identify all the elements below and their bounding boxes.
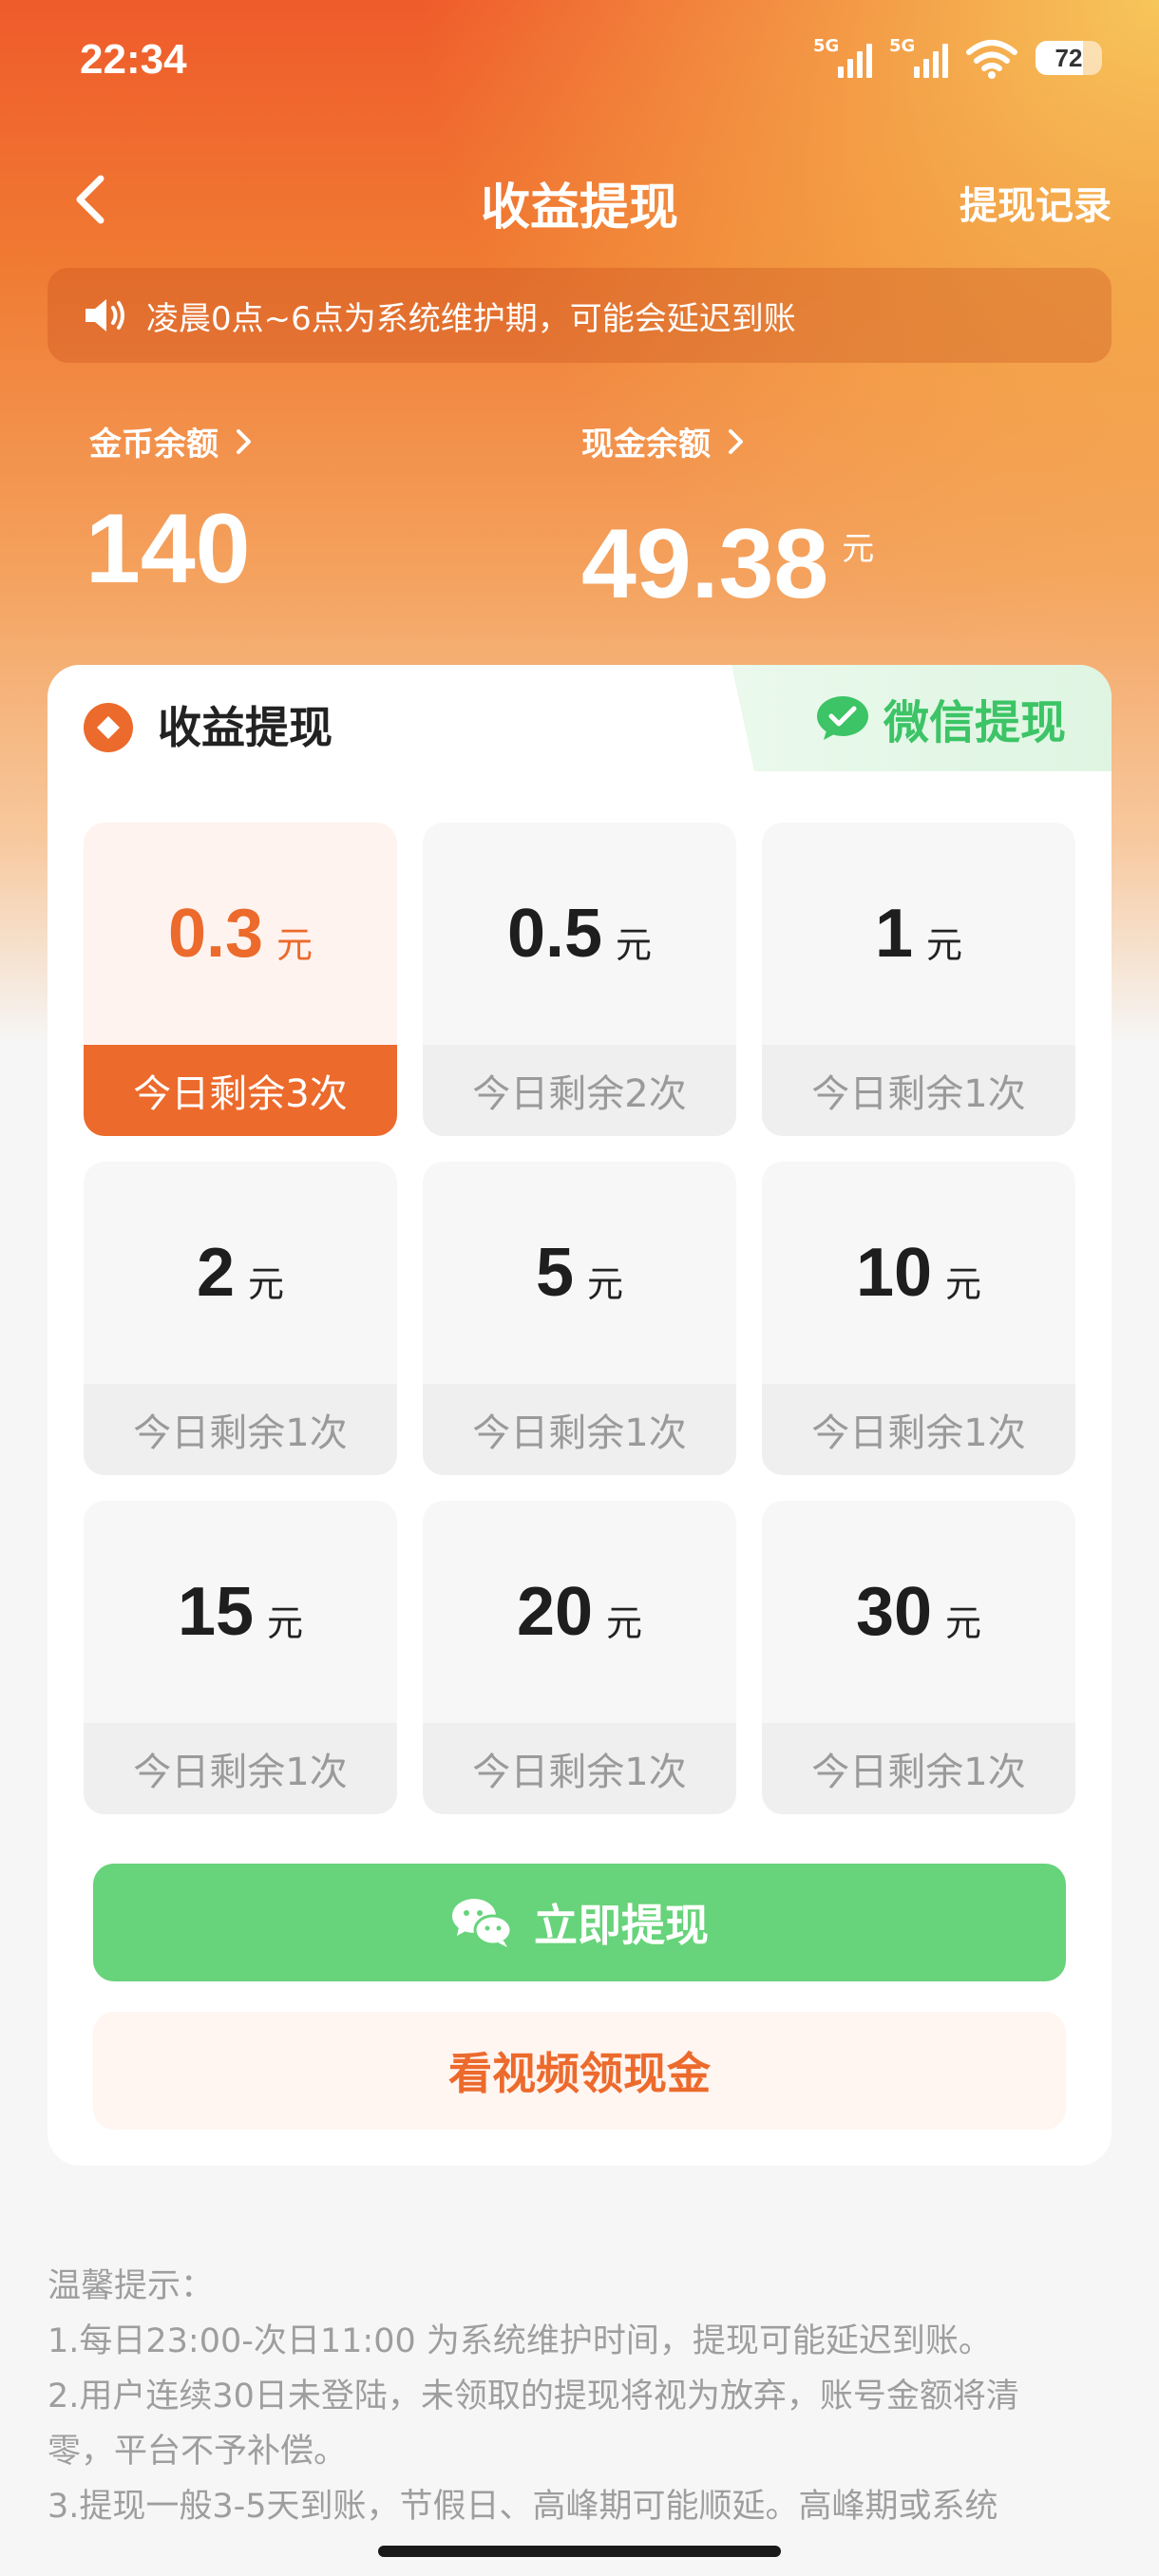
tips-section: 温馨提示： 1.每日23:00-次日11:00 为系统维护时间，提现可能延迟到账…	[48, 2259, 1121, 2534]
wechat-icon	[452, 1899, 513, 1947]
home-indicator[interactable]	[378, 2546, 781, 2557]
notice-text: 凌晨0点~6点为系统维护期，可能会延迟到账	[146, 299, 796, 338]
amount-unit: 元	[926, 923, 963, 966]
coin-balance-value: 140	[86, 492, 251, 606]
amount-tile[interactable]: 2元 今日剩余1次	[84, 1162, 397, 1475]
tips-line: 3.提现一般3-5天到账，节假日、高峰期可能顺延。高峰期或系统	[48, 2488, 998, 2526]
amount-value: 5	[535, 1235, 575, 1311]
remaining-count: 今日剩余3次	[84, 1045, 397, 1136]
wechat-icon	[816, 696, 868, 740]
amount-tile[interactable]: 5元 今日剩余1次	[423, 1162, 736, 1475]
tips-line: 1.每日23:00-次日11:00 为系统维护时间，提现可能延迟到账。	[48, 2322, 992, 2360]
withdraw-card: 收益提现 微信提现 0.3 元 今日剩余3次 0.5 元 今日剩余2次 1元 今日剩…	[48, 665, 1112, 2166]
tips-line: 零，平台不予补偿。	[48, 2433, 348, 2471]
coin-balance-label: 金币余额	[89, 426, 218, 464]
chevron-left-icon	[76, 175, 104, 224]
signal-icon: 5G	[889, 36, 948, 80]
coin-balance-link[interactable]: 金币余额	[89, 418, 255, 464]
amount-value: 15	[177, 1574, 255, 1650]
speaker-icon	[86, 299, 124, 331]
chevron-right-icon	[729, 428, 743, 454]
withdraw-now-button[interactable]: 立即提现	[93, 1864, 1066, 1981]
wechat-tab-label: 微信提现	[883, 696, 1066, 749]
tips-line: 2.用户连续30日未登陆，未领取的提现将视为放弃，账号金额将清	[48, 2377, 1019, 2415]
maintenance-notice: 凌晨0点~6点为系统维护期，可能会延迟到账	[48, 268, 1112, 363]
remaining-count: 今日剩余2次	[423, 1045, 736, 1136]
amount-value: 2	[196, 1235, 236, 1311]
remaining-count: 今日剩余1次	[84, 1384, 397, 1475]
amount-grid: 0.3 元 今日剩余3次 0.5 元 今日剩余2次 1元 今日剩余1次 2元 今日剩…	[84, 823, 1075, 1814]
back-button[interactable]	[61, 163, 118, 236]
wechat-withdraw-tab[interactable]: 微信提现	[732, 665, 1112, 771]
coin-balance-number: 140	[86, 494, 251, 604]
wifi-icon	[966, 40, 1017, 79]
amount-tile[interactable]: 15 元 今日剩余1次	[84, 1501, 397, 1814]
chevron-right-icon	[237, 428, 251, 454]
amount-value: 1	[874, 896, 914, 972]
amount-value: 20	[516, 1574, 594, 1650]
cash-balance-unit: 元	[842, 530, 875, 568]
amount-unit: 元	[276, 923, 314, 966]
amount-unit: 元	[616, 923, 653, 966]
amount-unit: 元	[248, 1262, 285, 1305]
tips-heading: 温馨提示：	[48, 2267, 215, 2305]
status-icons: 5G 5G 72	[813, 36, 1102, 80]
amount-tile[interactable]: 0.5 元 今日剩余2次	[423, 823, 736, 1136]
withdraw-now-label: 立即提现	[534, 1901, 709, 1950]
signal-label: 5G	[813, 36, 840, 56]
amount-unit: 元	[945, 1262, 982, 1305]
cash-balance-value: 49.38 元	[581, 492, 874, 621]
amount-unit: 元	[267, 1601, 304, 1644]
watch-video-button[interactable]: 看视频领现金	[93, 2012, 1066, 2130]
watch-video-label: 看视频领现金	[448, 2048, 711, 2099]
amount-tile[interactable]: 30 元 今日剩余1次	[762, 1501, 1075, 1814]
cash-balance-link[interactable]: 现金余额	[581, 418, 747, 464]
remaining-count: 今日剩余1次	[762, 1384, 1075, 1475]
cash-balance-number: 49.38	[581, 509, 829, 619]
battery-level: 72	[1054, 44, 1083, 72]
amount-value: 10	[855, 1235, 933, 1311]
amount-unit: 元	[606, 1601, 643, 1644]
amount-tile[interactable]: 20 元 今日剩余1次	[423, 1501, 736, 1814]
cash-balance-label: 现金余额	[581, 426, 711, 464]
remaining-count: 今日剩余1次	[423, 1384, 736, 1475]
signal-icon: 5G	[813, 36, 872, 80]
remaining-count: 今日剩余1次	[84, 1723, 397, 1814]
amount-value: 30	[855, 1574, 933, 1650]
amount-tile[interactable]: 1元 今日剩余1次	[762, 823, 1075, 1136]
status-time: 22:34	[80, 36, 187, 83]
remaining-count: 今日剩余1次	[762, 1045, 1075, 1136]
amount-tile[interactable]: 10 元 今日剩余1次	[762, 1162, 1075, 1475]
amount-unit: 元	[945, 1601, 982, 1644]
remaining-count: 今日剩余1次	[423, 1723, 736, 1814]
battery-icon: 72	[1036, 41, 1102, 75]
withdraw-record-link[interactable]: 提现记录	[960, 175, 1112, 230]
amount-unit: 元	[587, 1262, 624, 1305]
amount-tile[interactable]: 0.3 元 今日剩余3次	[84, 823, 397, 1136]
amount-value: 0.3	[167, 896, 264, 972]
remaining-count: 今日剩余1次	[762, 1723, 1075, 1814]
signal-label: 5G	[889, 36, 916, 56]
coin-diamond-icon	[84, 703, 133, 752]
card-title: 收益提现	[158, 702, 332, 753]
amount-value: 0.5	[506, 896, 603, 972]
